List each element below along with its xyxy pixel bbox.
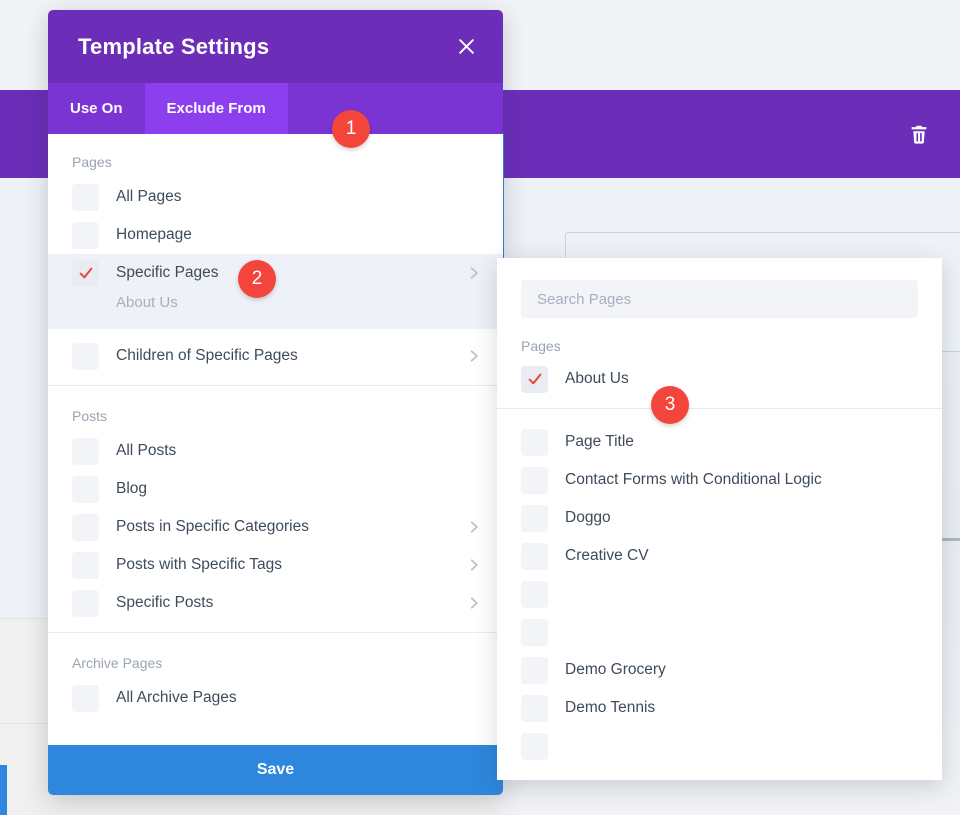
checkbox-all-pages[interactable] [72, 184, 99, 211]
blue-accent-bar-bottom [0, 765, 7, 815]
group-title: Pages [497, 338, 942, 360]
checkbox-homepage[interactable] [72, 222, 99, 249]
chevron-right-icon[interactable] [467, 349, 481, 363]
page-item-label: Page Title [565, 433, 634, 451]
option-label: All Archive Pages [116, 689, 481, 707]
page-title: Template Settings [78, 34, 269, 60]
page-item-label: Contact Forms with Conditional Logic [565, 471, 822, 489]
checkbox-untitled-2[interactable] [521, 619, 548, 646]
callout-badge-1: 1 [332, 110, 370, 148]
screen-root: Template Settings Use On Exclude From Pa… [0, 0, 960, 815]
chevron-right-icon[interactable] [467, 520, 481, 534]
checkbox-page-title[interactable] [521, 429, 548, 456]
option-label: Children of Specific Pages [116, 347, 467, 365]
list-item[interactable]: Page Title [497, 423, 942, 461]
chevron-right-icon[interactable] [467, 596, 481, 610]
option-specific-posts[interactable]: Specific Posts [48, 584, 503, 622]
page-item-label: About Us [565, 370, 629, 388]
callout-badge-3: 3 [651, 386, 689, 424]
checkbox-specific-posts[interactable] [72, 590, 99, 617]
search-input[interactable] [521, 280, 918, 318]
page-item-label: Creative CV [565, 547, 649, 565]
option-all-posts[interactable]: All Posts [48, 432, 503, 470]
checkbox-specific-pages[interactable] [72, 260, 99, 287]
group-posts: Posts All Posts Blog Posts in Specific C… [48, 385, 503, 632]
list-item[interactable] [497, 727, 942, 765]
list-item[interactable] [497, 613, 942, 651]
option-label: All Pages [116, 188, 481, 206]
checkbox-untitled-1[interactable] [521, 581, 548, 608]
checkbox-posts-with-specific-tags[interactable] [72, 552, 99, 579]
callout-badge-2: 2 [238, 260, 276, 298]
page-item-about-us[interactable]: About Us [497, 360, 942, 398]
trash-icon[interactable] [908, 123, 930, 145]
checkbox-creative-cv[interactable] [521, 543, 548, 570]
checkbox-children-of-specific-pages[interactable] [72, 343, 99, 370]
checkbox-all-archive-pages[interactable] [72, 685, 99, 712]
modal-tabbar: Use On Exclude From [48, 83, 503, 134]
option-label: Posts in Specific Categories [116, 518, 467, 536]
close-icon[interactable] [453, 34, 479, 60]
option-all-archive-pages[interactable]: All Archive Pages [48, 679, 503, 717]
group-pages: Pages All Pages Homepage [48, 134, 503, 385]
list-item[interactable] [497, 575, 942, 613]
option-label: Specific Posts [116, 594, 467, 612]
checkbox-contact-forms[interactable] [521, 467, 548, 494]
group-title: Archive Pages [48, 655, 503, 679]
option-posts-in-specific-categories[interactable]: Posts in Specific Categories [48, 508, 503, 546]
chevron-right-icon[interactable] [467, 266, 481, 280]
page-picker-flyout: Pages About Us Page Title Contact Forms … [497, 258, 942, 780]
checkbox-blog[interactable] [72, 476, 99, 503]
option-specific-pages[interactable]: Specific Pages [48, 254, 503, 292]
group-archive-pages: Archive Pages All Archive Pages [48, 632, 503, 727]
option-children-of-specific-pages[interactable]: Children of Specific Pages [48, 337, 503, 375]
checkbox-demo-tennis[interactable] [521, 695, 548, 722]
option-label: Blog [116, 480, 481, 498]
group-title: Posts [48, 408, 503, 432]
tab-exclude-from[interactable]: Exclude From [145, 83, 288, 134]
option-label: All Posts [116, 442, 481, 460]
option-label: Posts with Specific Tags [116, 556, 467, 574]
option-specific-pages-value: About Us [48, 292, 503, 317]
option-specific-pages-block: Specific Pages About Us [48, 254, 503, 329]
modal-body: Pages All Pages Homepage [48, 134, 503, 745]
option-homepage[interactable]: Homepage [48, 216, 503, 254]
option-posts-with-specific-tags[interactable]: Posts with Specific Tags [48, 546, 503, 584]
option-blog[interactable]: Blog [48, 470, 503, 508]
modal-header: Template Settings [48, 10, 503, 83]
chevron-right-icon[interactable] [467, 558, 481, 572]
list-item[interactable]: Contact Forms with Conditional Logic [497, 461, 942, 499]
template-settings-modal: Template Settings Use On Exclude From Pa… [48, 10, 503, 795]
list-item[interactable]: Demo Grocery [497, 651, 942, 689]
list-item[interactable]: Creative CV [497, 537, 942, 575]
group-title: Pages [48, 154, 503, 178]
checkbox-doggo[interactable] [521, 505, 548, 532]
search-container [497, 258, 942, 324]
list-item[interactable]: Demo Tennis [497, 689, 942, 727]
page-item-label: Doggo [565, 509, 611, 527]
flyout-all-pages-group: Page Title Contact Forms with Conditiona… [497, 408, 942, 775]
option-label: Homepage [116, 226, 481, 244]
option-label: Specific Pages [116, 264, 467, 282]
option-all-pages[interactable]: All Pages [48, 178, 503, 216]
page-item-label: Demo Tennis [565, 699, 655, 717]
list-item[interactable]: Doggo [497, 499, 942, 537]
flyout-selected-group: Pages About Us [497, 324, 942, 408]
checkbox-demo-grocery[interactable] [521, 657, 548, 684]
tab-use-on[interactable]: Use On [48, 83, 145, 134]
save-button[interactable]: Save [48, 745, 503, 795]
page-item-label: Demo Grocery [565, 661, 666, 679]
checkbox-about-us[interactable] [521, 366, 548, 393]
checkbox-all-posts[interactable] [72, 438, 99, 465]
checkbox-untitled-3[interactable] [521, 733, 548, 760]
checkbox-posts-in-specific-categories[interactable] [72, 514, 99, 541]
